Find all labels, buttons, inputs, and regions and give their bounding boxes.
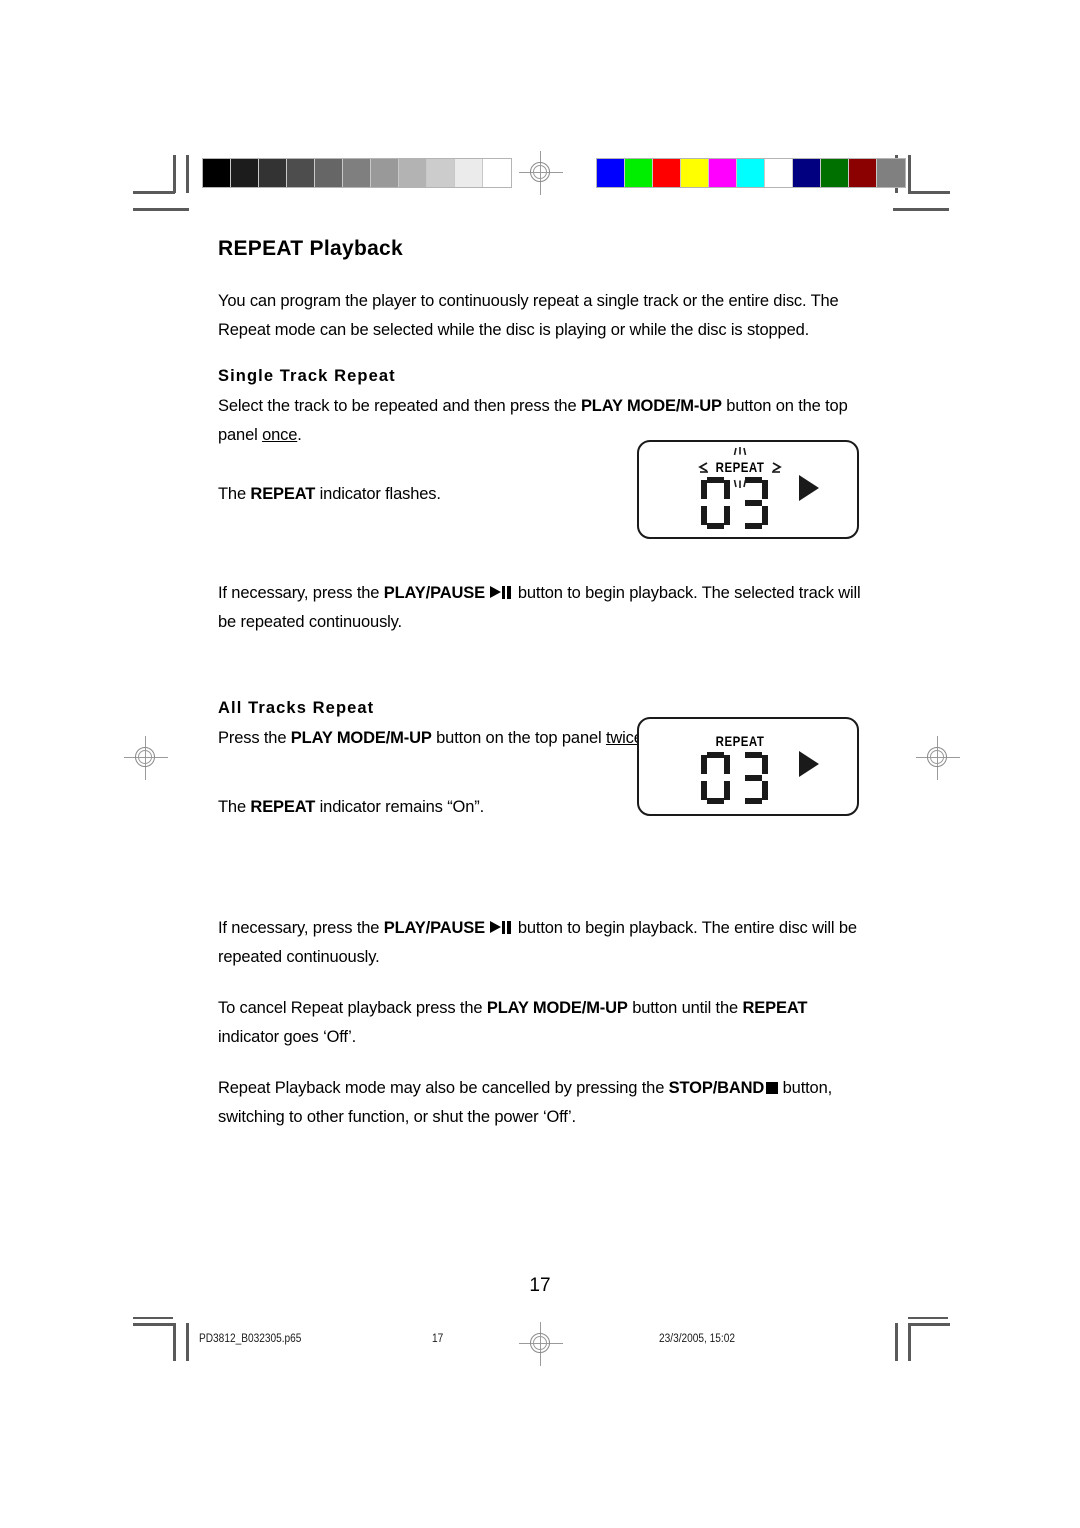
grayscale-swatch xyxy=(343,159,371,187)
play-pause-icon xyxy=(490,586,512,600)
grayscale-swatch xyxy=(287,159,315,187)
registration-mark-right xyxy=(916,736,960,780)
color-swatch xyxy=(681,159,709,187)
repeat-indicator-label: REPEAT xyxy=(250,485,316,504)
indicator-note-post: indicator flashes. xyxy=(315,485,441,504)
stop-band-button-label: STOP/BAND xyxy=(668,1079,765,1098)
cancel-note-mid: button until the xyxy=(627,999,743,1018)
single-track-instruction-end: . xyxy=(297,426,302,445)
lcd-track-number-all xyxy=(701,752,768,804)
bottom-rule-left xyxy=(133,1317,173,1319)
lcd-repeat-label-all: REPEAT xyxy=(715,733,765,749)
intro-paragraph: You can program the player to continuous… xyxy=(218,292,839,340)
registration-mark-top-center xyxy=(519,151,563,195)
seven-segment-digit-3-b xyxy=(739,752,768,804)
cancel-stop-band-note: Repeat Playback mode may also be cancell… xyxy=(218,1074,866,1132)
color-swatch xyxy=(877,159,905,187)
color-calibration-bar xyxy=(596,158,906,188)
single-track-playback-note: If necessary, press the PLAY/PAUSE butto… xyxy=(218,579,866,637)
all-tracks-instruction-mid: button on the top panel xyxy=(431,729,606,748)
cancel-repeat-note: To cancel Repeat playback press the PLAY… xyxy=(218,994,866,1052)
all-indicator-note-pre: The xyxy=(218,798,251,817)
page-title: REPEAT Playback xyxy=(218,237,404,260)
single-track-repeat-heading: Single Track Repeat xyxy=(218,367,396,386)
play-pause-button-label: PLAY/PAUSE xyxy=(383,584,485,603)
lcd-play-triangle-icon-all xyxy=(799,751,819,777)
footer-filename: PD3812_B032305.p65 xyxy=(199,1333,302,1345)
grayscale-swatch xyxy=(315,159,343,187)
bottom-rule-right xyxy=(908,1317,948,1319)
grayscale-swatch xyxy=(399,159,427,187)
stop-square-icon xyxy=(766,1082,779,1095)
all-tracks-instruction-pre: Press the xyxy=(218,729,291,748)
playback-note-pre: If necessary, press the xyxy=(218,584,384,603)
page-number: 17 xyxy=(529,1275,551,1296)
lcd-track-number-single xyxy=(701,477,768,529)
color-swatch xyxy=(597,159,625,187)
cancel-note-pre: To cancel Repeat playback press the xyxy=(218,999,487,1018)
color-swatch xyxy=(793,159,821,187)
seven-segment-digit-3 xyxy=(739,477,768,529)
grayscale-swatch xyxy=(231,159,259,187)
play-pause-icon-2 xyxy=(490,921,512,935)
repeat-indicator-label-2: REPEAT xyxy=(250,798,316,817)
color-swatch xyxy=(821,159,849,187)
color-swatch xyxy=(849,159,877,187)
color-swatch xyxy=(653,159,681,187)
color-swatch xyxy=(737,159,765,187)
cancel-note-post: indicator goes ‘Off’. xyxy=(218,1028,357,1047)
all-tracks-repeat-heading: All Tracks Repeat xyxy=(218,699,375,718)
lcd-repeat-label-single: REPEAT xyxy=(715,459,765,475)
crop-mark-bottom-right xyxy=(893,1323,950,1383)
stop-band-note-pre: Repeat Playback mode may also be cancell… xyxy=(218,1079,669,1098)
grayscale-swatch xyxy=(427,159,455,187)
seven-segment-digit-0 xyxy=(701,477,730,529)
all-indicator-note-post: indicator remains “On”. xyxy=(315,798,485,817)
footer-timestamp: 23/3/2005, 15:02 xyxy=(659,1333,735,1345)
play-mode-button-label: PLAY MODE/M-UP xyxy=(580,397,722,416)
indicator-note-pre: The xyxy=(218,485,251,504)
grayscale-swatch xyxy=(455,159,483,187)
lcd-display-single-track-repeat: REPEAT xyxy=(637,440,859,539)
all-playback-note-pre: If necessary, press the xyxy=(218,919,384,938)
crop-mark-bottom-left xyxy=(133,1323,189,1383)
seven-segment-digit-0-b xyxy=(701,752,730,804)
crop-mark-top-left xyxy=(133,155,189,215)
registration-mark-bottom-center xyxy=(519,1322,563,1366)
grayscale-calibration-bar xyxy=(202,158,512,188)
single-track-instruction-pre: Select the track to be repeated and then… xyxy=(218,397,581,416)
repeat-indicator-label-3: REPEAT xyxy=(742,999,808,1018)
footer-page-number: 17 xyxy=(432,1333,444,1345)
single-track-press-count: once xyxy=(262,426,298,445)
play-pause-button-label-2: PLAY/PAUSE xyxy=(383,919,485,938)
grayscale-swatch xyxy=(259,159,287,187)
lcd-play-triangle-icon-single xyxy=(799,475,819,501)
grayscale-swatch xyxy=(483,159,511,187)
lcd-display-all-tracks-repeat: REPEAT xyxy=(637,717,859,816)
registration-mark-left xyxy=(124,736,168,780)
play-mode-button-label-3: PLAY MODE/M-UP xyxy=(486,999,628,1018)
color-swatch xyxy=(765,159,793,187)
color-swatch xyxy=(709,159,737,187)
all-tracks-playback-note: If necessary, press the PLAY/PAUSE butto… xyxy=(218,914,866,972)
play-mode-button-label-2: PLAY MODE/M-UP xyxy=(290,729,432,748)
grayscale-swatch xyxy=(371,159,399,187)
grayscale-swatch xyxy=(203,159,231,187)
page-content: REPEAT Playback You can program the play… xyxy=(218,236,866,1154)
color-swatch xyxy=(625,159,653,187)
